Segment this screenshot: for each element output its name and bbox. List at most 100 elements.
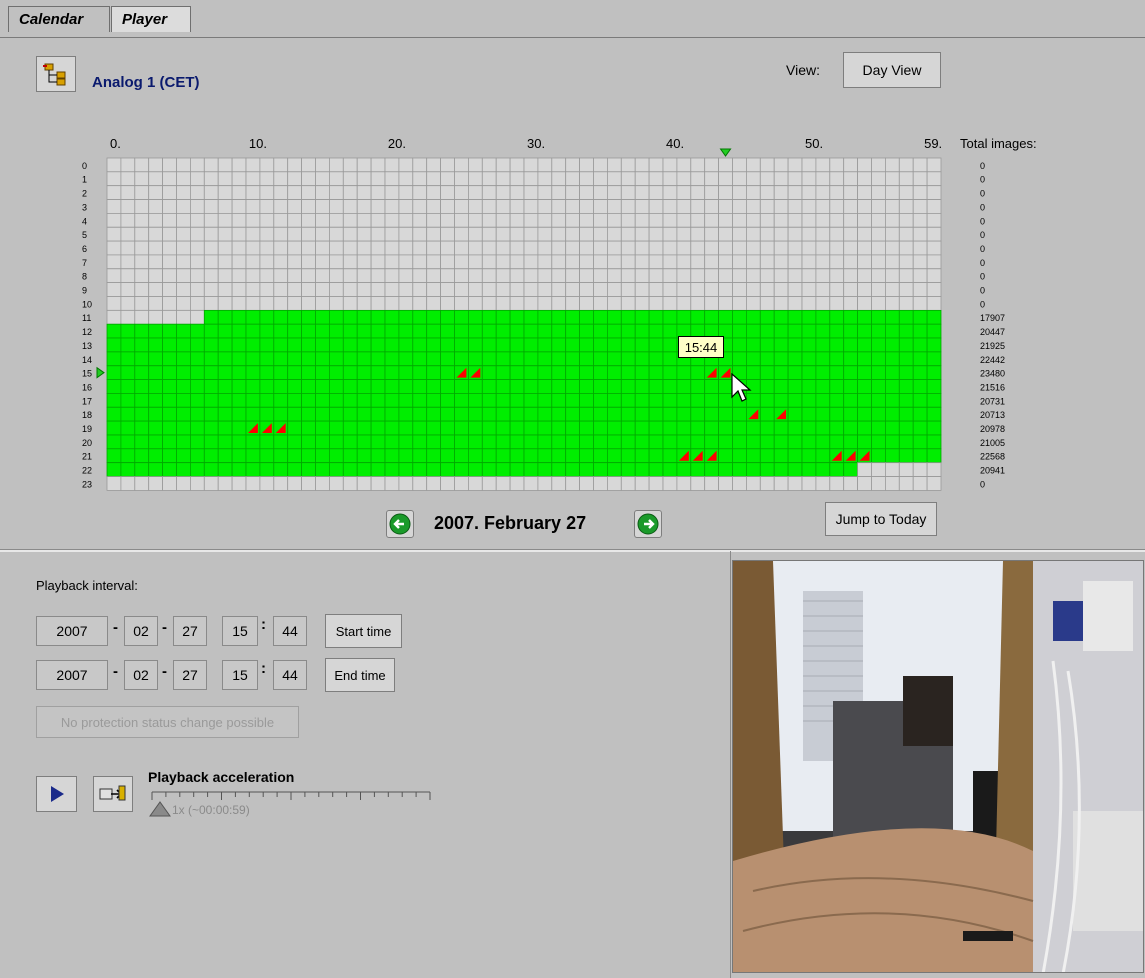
grid-cell[interactable] (718, 462, 733, 477)
grid-cell[interactable] (551, 365, 567, 380)
grid-cell[interactable] (217, 268, 233, 283)
grid-cell[interactable] (481, 171, 497, 187)
grid-cell[interactable] (829, 476, 845, 491)
grid-cell[interactable] (565, 379, 581, 394)
grid-cell[interactable] (203, 171, 219, 187)
grid-cell[interactable] (398, 254, 414, 270)
grid-cell[interactable] (537, 226, 553, 242)
grid-cell[interactable] (718, 185, 733, 200)
grid-cell[interactable] (704, 157, 720, 173)
grid-cell[interactable] (370, 434, 386, 450)
grid-cell[interactable] (162, 434, 177, 450)
grid-cell[interactable] (231, 199, 247, 214)
grid-cell[interactable] (356, 379, 372, 394)
grid-cell[interactable] (843, 226, 859, 242)
grid-cell[interactable] (690, 157, 706, 173)
grid-cell[interactable] (565, 351, 581, 367)
grid-cell[interactable] (885, 448, 900, 463)
grid-cell[interactable] (523, 462, 539, 477)
grid-cell[interactable] (551, 282, 567, 297)
grid-cell[interactable] (315, 309, 330, 325)
grid-cell[interactable] (579, 365, 594, 380)
grid-cell[interactable] (120, 351, 136, 367)
end-hour-field[interactable]: 15 (222, 660, 258, 690)
grid-cell[interactable] (259, 448, 275, 463)
grid-cell[interactable] (189, 420, 205, 436)
grid-cell[interactable] (259, 226, 275, 242)
grid-cell[interactable] (328, 282, 344, 297)
grid-cell[interactable] (356, 462, 372, 477)
grid-cell[interactable] (704, 379, 720, 394)
grid-cell[interactable] (871, 309, 886, 325)
grid-cell[interactable] (579, 434, 594, 450)
grid-cell[interactable] (759, 309, 775, 325)
grid-cell[interactable] (898, 337, 914, 353)
grid-cell[interactable] (843, 212, 859, 228)
grid-cell[interactable] (231, 420, 247, 436)
grid-cell[interactable] (607, 296, 622, 311)
grid-cell[interactable] (773, 392, 789, 408)
grid-cell[interactable] (440, 185, 455, 200)
play-button[interactable] (36, 776, 77, 812)
grid-cell[interactable] (537, 351, 553, 367)
grid-cell[interactable] (259, 323, 275, 339)
grid-cell[interactable] (551, 157, 567, 173)
grid-cell[interactable] (551, 309, 567, 325)
grid-cell[interactable] (315, 476, 330, 491)
grid-cell[interactable] (759, 420, 775, 436)
grid-cell[interactable] (245, 282, 261, 297)
grid-cell[interactable] (203, 434, 219, 450)
grid-cell[interactable] (871, 157, 886, 173)
grid-cell[interactable] (356, 309, 372, 325)
grid-cell[interactable] (620, 268, 636, 283)
grid-cell[interactable] (759, 448, 775, 463)
grid-cell[interactable] (676, 434, 692, 450)
grid-cell[interactable] (718, 420, 733, 436)
grid-cell[interactable] (593, 171, 608, 187)
grid-cell[interactable] (467, 226, 483, 242)
grid-cell[interactable] (565, 476, 581, 491)
grid-cell[interactable] (412, 185, 428, 200)
grid-cell[interactable] (217, 296, 233, 311)
grid-cell[interactable] (426, 420, 442, 436)
grid-cell[interactable] (120, 379, 136, 394)
grid-cell[interactable] (148, 212, 163, 228)
grid-cell[interactable] (454, 448, 469, 463)
grid-cell[interactable] (898, 448, 914, 463)
grid-cell[interactable] (523, 365, 539, 380)
grid-cell[interactable] (676, 185, 692, 200)
grid-cell[interactable] (356, 254, 372, 270)
grid-cell[interactable] (829, 351, 845, 367)
grid-cell[interactable] (620, 351, 636, 367)
grid-cell[interactable] (648, 240, 664, 256)
grid-cell[interactable] (843, 434, 859, 450)
grid-cell[interactable] (342, 268, 358, 283)
grid-cell[interactable] (398, 406, 414, 422)
grid-cell[interactable] (607, 379, 622, 394)
grid-cell[interactable] (620, 282, 636, 297)
grid-cell[interactable] (467, 254, 483, 270)
grid-cell[interactable] (440, 379, 455, 394)
grid-cell[interactable] (454, 379, 469, 394)
grid-cell[interactable] (328, 434, 344, 450)
grid-cell[interactable] (384, 365, 400, 380)
grid-cell[interactable] (523, 226, 539, 242)
grid-cell[interactable] (231, 392, 247, 408)
grid-cell[interactable] (231, 406, 247, 422)
grid-cell[interactable] (481, 282, 497, 297)
grid-cell[interactable] (593, 420, 608, 436)
grid-cell[interactable] (857, 351, 872, 367)
grid-cell[interactable] (551, 323, 567, 339)
grid-cell[interactable] (704, 254, 720, 270)
grid-cell[interactable] (509, 157, 525, 173)
grid-cell[interactable] (593, 434, 608, 450)
grid-cell[interactable] (231, 323, 247, 339)
grid-cell[interactable] (440, 323, 455, 339)
grid-cell[interactable] (203, 351, 219, 367)
grid-cell[interactable] (746, 282, 761, 297)
grid-cell[interactable] (467, 379, 483, 394)
grid-cell[interactable] (690, 462, 706, 477)
grid-cell[interactable] (773, 476, 789, 491)
grid-cell[interactable] (259, 476, 275, 491)
grid-cell[interactable] (912, 392, 928, 408)
